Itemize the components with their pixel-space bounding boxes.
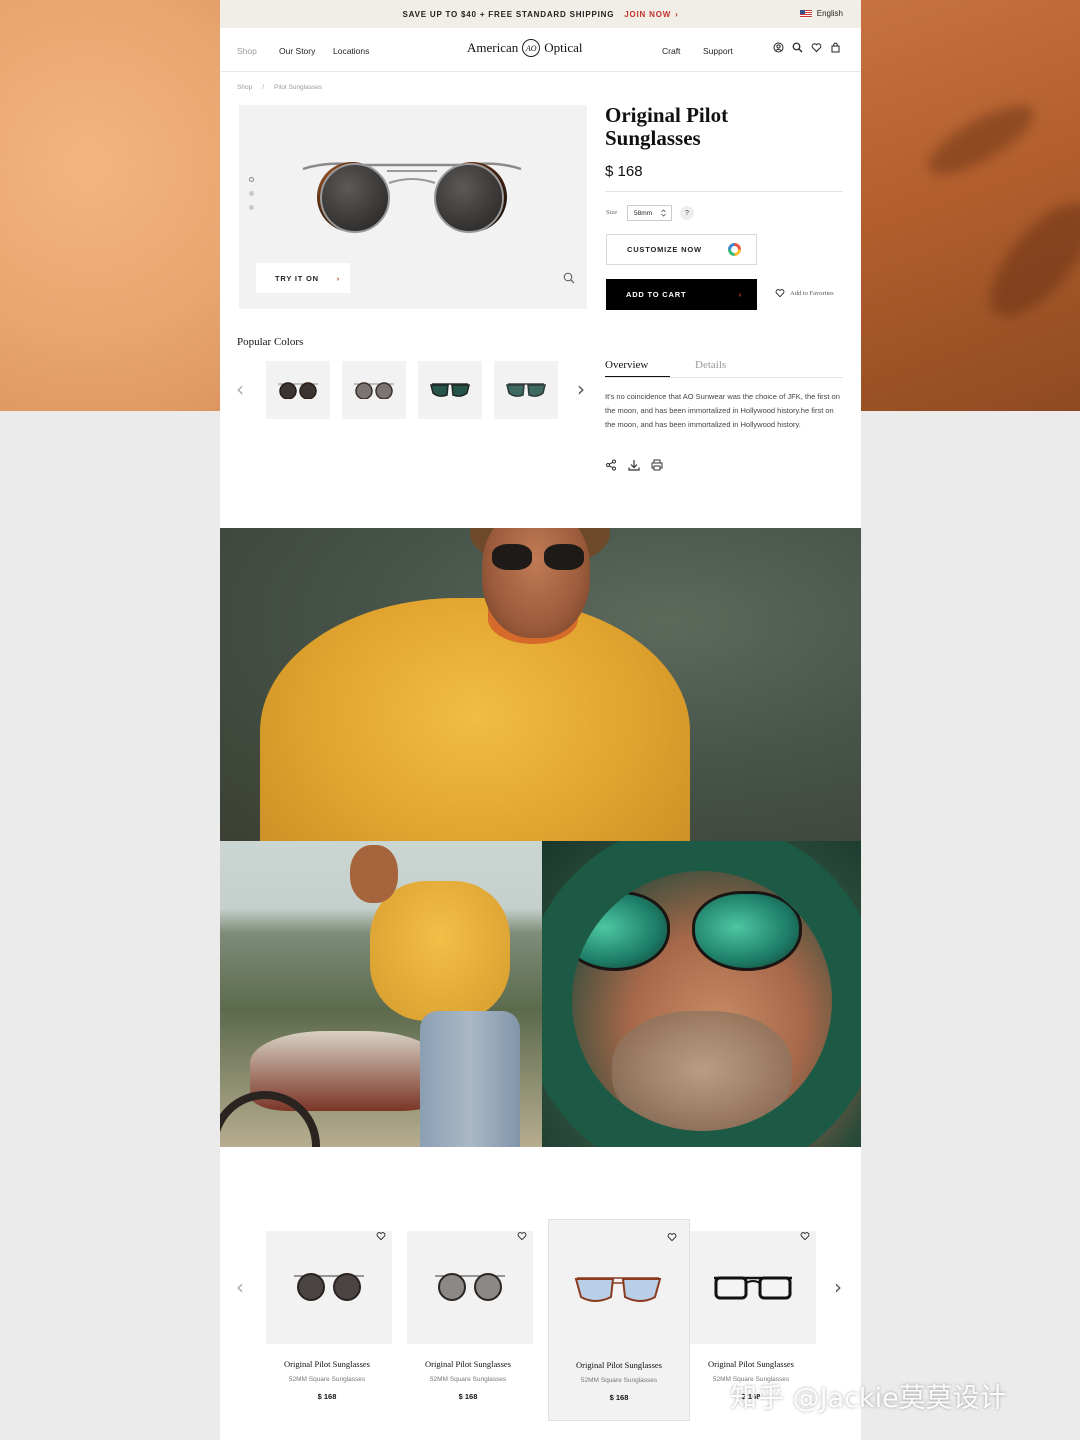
nav-support[interactable]: Support — [703, 46, 733, 56]
logo-word-right: Optical — [544, 40, 583, 55]
zoom-icon[interactable] — [563, 272, 575, 284]
nav-our-story[interactable]: Our Story — [279, 46, 315, 56]
color-swatch-2[interactable] — [342, 361, 406, 419]
product-card-price: $ 168 — [609, 1393, 629, 1402]
product-card-image — [407, 1231, 533, 1344]
product-card-name: Original Pilot Sunglasses — [708, 1359, 794, 1369]
chevron-right-icon: › — [738, 290, 742, 299]
product-card-name: Original Pilot Sunglasses — [284, 1359, 370, 1369]
lifestyle-photo-hood — [542, 841, 861, 1147]
color-swatch-3[interactable] — [418, 361, 482, 419]
product-card-subtitle: 52MM Square Sunglasses — [580, 1377, 658, 1384]
nav-locations[interactable]: Locations — [333, 46, 369, 56]
search-icon[interactable] — [792, 42, 803, 53]
watermark: 知乎 @Jackie莫莫设计 — [730, 1383, 1007, 1414]
heart-icon[interactable] — [800, 1231, 810, 1241]
color-swatch-1[interactable] — [266, 361, 330, 419]
size-value: 58mm — [634, 209, 653, 217]
add-to-cart-label: ADD TO CART — [626, 290, 687, 299]
try-it-on-button[interactable]: TRY IT ON › — [256, 263, 350, 293]
promo-text: SAVE UP TO $40 + FREE STANDARD SHIPPING — [402, 9, 615, 19]
product-card-price: $ 168 — [458, 1392, 478, 1401]
account-icon[interactable] — [773, 42, 784, 53]
size-select[interactable]: 58mm — [627, 205, 672, 221]
product-page: SAVE UP TO $40 + FREE STANDARD SHIPPING … — [220, 0, 861, 1440]
heart-icon[interactable] — [667, 1232, 677, 1242]
join-now-link[interactable]: JOIN NOW — [624, 10, 671, 19]
background-sand — [0, 0, 221, 411]
product-price: $ 168 — [605, 163, 643, 180]
try-it-on-label: TRY IT ON — [275, 273, 319, 283]
product-card[interactable]: Original Pilot Sunglasses 52MM Square Su… — [548, 1219, 690, 1421]
stepper-icon — [661, 209, 666, 217]
product-card-name: Original Pilot Sunglasses — [425, 1359, 511, 1369]
add-to-cart-button[interactable]: ADD TO CART › — [606, 279, 757, 310]
download-icon[interactable] — [628, 459, 640, 471]
product-card-subtitle: 52MM Square Sunglasses — [429, 1376, 507, 1383]
product-card-price: $ 168 — [317, 1392, 337, 1401]
add-to-favorites-label: Add to Favorites — [790, 289, 834, 297]
heart-icon — [775, 289, 785, 298]
logo-mark: AO — [522, 39, 541, 57]
product-hero-image: TRY IT ON › — [239, 105, 587, 309]
customize-now-button[interactable]: CUSTOMIZE NOW — [606, 234, 757, 265]
pilot-sunglasses-image — [302, 162, 522, 233]
language-label: English — [816, 9, 843, 18]
lifestyle-photo-motorcycle — [220, 841, 542, 1147]
product-card-name: Original Pilot Sunglasses — [576, 1360, 662, 1370]
language-selector[interactable]: English — [799, 9, 843, 18]
heart-icon[interactable] — [517, 1231, 527, 1241]
tab-overview[interactable]: Overview — [605, 359, 670, 377]
breadcrumb-separator: / — [262, 84, 264, 91]
nav-icons — [773, 42, 841, 53]
size-label: Size — [606, 209, 618, 216]
tab-details[interactable]: Details — [695, 359, 726, 371]
logo-word-left: American — [467, 40, 519, 55]
product-tabs: Overview Details — [605, 358, 843, 378]
heart-icon[interactable] — [376, 1231, 386, 1241]
divider — [605, 191, 843, 192]
bag-icon[interactable] — [830, 42, 841, 53]
carousel-dot-2[interactable] — [249, 191, 254, 196]
breadcrumb: Shop / Pilot Sunglasses — [237, 84, 322, 91]
product-card-image — [549, 1231, 689, 1344]
add-to-favorites-link[interactable]: Add to Favorites — [775, 288, 834, 298]
background-shirt — [861, 0, 1080, 411]
chevron-right-icon: › — [336, 273, 340, 283]
lifestyle-photo-sweater — [220, 528, 861, 841]
chevron-left-icon[interactable]: ‹ — [236, 1277, 244, 1297]
brand-logo[interactable]: American AO Optical — [467, 39, 583, 57]
chevron-right-icon: › — [675, 9, 679, 19]
breadcrumb-shop[interactable]: Shop — [237, 84, 252, 91]
share-icon[interactable] — [605, 459, 617, 471]
product-card[interactable]: Original Pilot Sunglasses 52MM Square Su… — [397, 1219, 539, 1421]
color-swatch-4[interactable] — [494, 361, 558, 419]
size-help-icon[interactable]: ? — [680, 206, 694, 220]
chevron-left-icon[interactable]: ‹ — [236, 379, 244, 399]
carousel-dot-3[interactable] — [249, 205, 254, 210]
product-title: Original Pilot Sunglasses — [605, 103, 729, 150]
promo-bar: SAVE UP TO $40 + FREE STANDARD SHIPPING … — [220, 0, 861, 28]
nav-shop[interactable]: Shop — [237, 46, 257, 56]
product-card-image — [266, 1231, 392, 1344]
heart-icon[interactable] — [811, 42, 822, 53]
chevron-right-icon[interactable]: › — [577, 379, 585, 399]
main-nav: Shop Our Story Locations American AO Opt… — [220, 28, 861, 72]
product-card-subtitle: 52MM Square Sunglasses — [288, 1376, 366, 1383]
popular-colors-title: Popular Colors — [237, 336, 304, 348]
print-icon[interactable] — [651, 459, 663, 471]
share-actions — [605, 459, 663, 471]
color-wheel-icon — [728, 243, 741, 256]
us-flag-icon — [799, 9, 812, 18]
carousel-dot-1[interactable] — [249, 177, 254, 182]
nav-craft[interactable]: Craft — [662, 46, 680, 56]
chevron-right-icon[interactable]: › — [834, 1277, 842, 1297]
overview-text: It's no coincidence that AO Sunwear was … — [605, 392, 840, 429]
product-card-image — [690, 1231, 816, 1344]
breadcrumb-current: Pilot Sunglasses — [274, 84, 323, 91]
product-card[interactable]: Original Pilot Sunglasses 52MM Square Su… — [256, 1219, 398, 1421]
customize-now-label: CUSTOMIZE NOW — [627, 245, 702, 254]
